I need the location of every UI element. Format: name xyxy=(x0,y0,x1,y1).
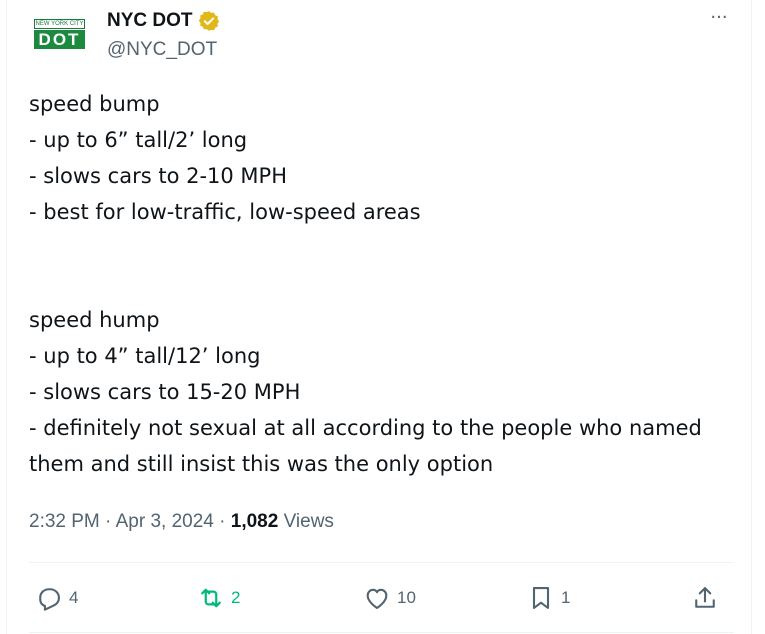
reply-icon xyxy=(35,584,63,612)
bottom-divider xyxy=(29,632,734,633)
reply-button[interactable]: 4 xyxy=(35,582,78,614)
views-count: 1,082 xyxy=(230,511,279,532)
like-button[interactable]: 10 xyxy=(363,582,416,614)
meta-separator: · xyxy=(213,511,231,532)
avatar[interactable]: NEW YORK CITY DOT xyxy=(31,12,91,64)
tweet-meta: 2:32 PM · Apr 3, 2024 · 1,082 Views xyxy=(29,509,334,535)
author-name-row: NYC DOT xyxy=(107,9,220,33)
bookmark-count: 1 xyxy=(561,588,571,607)
bookmark-icon xyxy=(527,584,555,612)
more-options-button[interactable]: ··· xyxy=(706,8,732,28)
tweet-date[interactable]: Apr 3, 2024 xyxy=(116,511,214,532)
share-icon xyxy=(691,584,719,612)
like-count: 10 xyxy=(397,588,416,607)
action-bar: 4 2 10 1 xyxy=(7,582,753,614)
verified-badge-icon[interactable] xyxy=(198,10,220,32)
display-name[interactable]: NYC DOT xyxy=(107,9,193,33)
divider xyxy=(29,562,734,563)
avatar-bottom-text: DOT xyxy=(34,30,85,49)
heart-icon xyxy=(363,584,391,612)
share-button[interactable] xyxy=(691,582,719,614)
retweet-button[interactable]: 2 xyxy=(197,582,240,614)
views-label: Views xyxy=(283,511,334,532)
retweet-icon xyxy=(197,584,225,612)
tweet-card: NEW YORK CITY DOT NYC DOT @NYC_DOT ··· s… xyxy=(6,0,752,634)
retweet-count: 2 xyxy=(231,588,241,607)
avatar-top-text: NEW YORK CITY xyxy=(34,19,85,29)
tweet-time[interactable]: 2:32 PM xyxy=(29,511,100,532)
bookmark-button[interactable]: 1 xyxy=(527,582,570,614)
author-handle[interactable]: @NYC_DOT xyxy=(107,38,217,62)
reply-count: 4 xyxy=(69,588,79,607)
tweet-text: speed bump - up to 6” tall/2’ long - slo… xyxy=(29,92,702,476)
meta-separator: · xyxy=(99,511,116,532)
